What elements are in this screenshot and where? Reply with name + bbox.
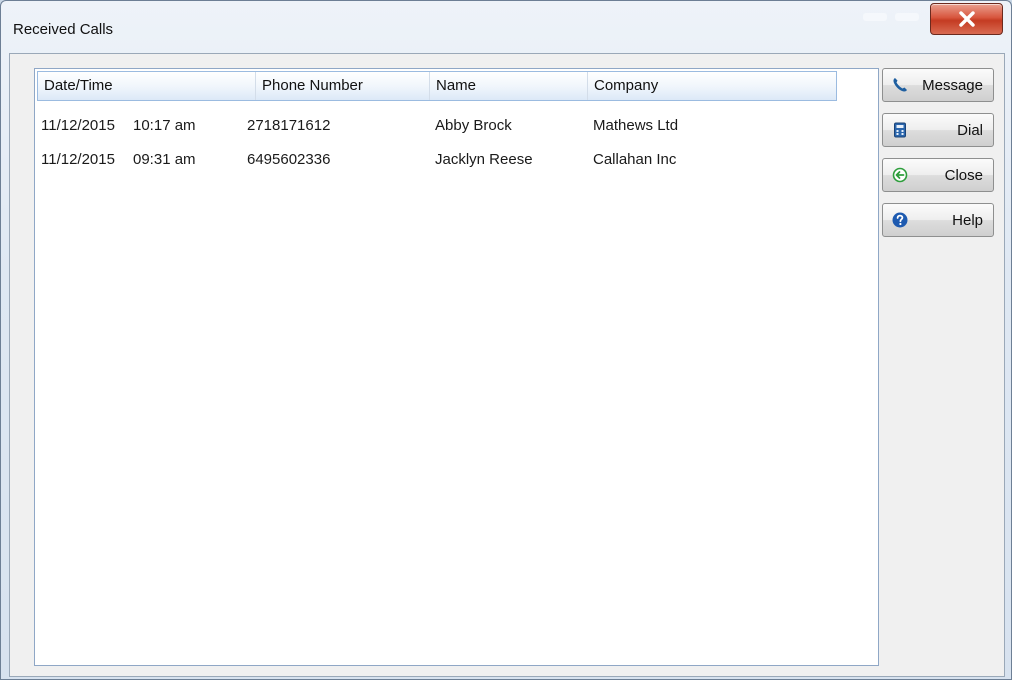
help-icon bbox=[891, 211, 909, 229]
cell-phone-number: 2718171612 bbox=[247, 117, 331, 134]
help-button[interactable]: Help bbox=[882, 203, 994, 237]
dial-button-label: Dial bbox=[957, 121, 983, 139]
message-button[interactable]: Message bbox=[882, 68, 994, 102]
close-icon bbox=[958, 11, 975, 27]
cell-name: Jacklyn Reese bbox=[435, 151, 533, 168]
column-header-name[interactable]: Name bbox=[430, 72, 588, 100]
calls-list[interactable]: Date/Time Phone Number Name Company 11/1… bbox=[34, 68, 879, 666]
window-close-button[interactable] bbox=[930, 3, 1003, 35]
cell-date: 11/12/2015 bbox=[41, 151, 115, 168]
window-title: Received Calls bbox=[13, 21, 114, 38]
cell-time: 10:17 am bbox=[133, 117, 196, 134]
cell-name: Abby Brock bbox=[435, 117, 512, 134]
close-button[interactable]: Close bbox=[882, 158, 994, 192]
received-calls-window: Received Calls Date/Time Phone Number Na… bbox=[0, 0, 1012, 680]
message-button-label: Message bbox=[922, 76, 983, 94]
column-header-datetime[interactable]: Date/Time bbox=[38, 72, 256, 100]
column-header-company[interactable]: Company bbox=[588, 72, 836, 100]
column-header-phone-number[interactable]: Phone Number bbox=[256, 72, 430, 100]
calculator-icon bbox=[891, 121, 909, 139]
maximize-button-faded bbox=[895, 13, 919, 21]
cell-time: 09:31 am bbox=[133, 151, 196, 168]
table-row[interactable]: 11/12/2015 10:17 am 2718171612 Abby Broc… bbox=[37, 112, 837, 140]
cell-phone-number: 6495602336 bbox=[247, 151, 331, 168]
dialog-body: Date/Time Phone Number Name Company 11/1… bbox=[9, 53, 1005, 677]
cell-date: 11/12/2015 bbox=[41, 117, 115, 134]
phone-handset-icon bbox=[891, 76, 909, 94]
back-arrow-icon bbox=[891, 166, 909, 184]
dial-button[interactable]: Dial bbox=[882, 113, 994, 147]
cell-company: Callahan Inc bbox=[593, 151, 677, 168]
minimize-button-faded bbox=[863, 13, 887, 21]
list-header: Date/Time Phone Number Name Company bbox=[37, 71, 837, 101]
table-row[interactable]: 11/12/2015 09:31 am 6495602336 Jacklyn R… bbox=[37, 146, 837, 174]
help-button-label: Help bbox=[952, 211, 983, 229]
title-bar[interactable]: Received Calls bbox=[1, 1, 1011, 53]
close-button-label: Close bbox=[944, 166, 983, 184]
cell-company: Mathews Ltd bbox=[593, 117, 679, 134]
